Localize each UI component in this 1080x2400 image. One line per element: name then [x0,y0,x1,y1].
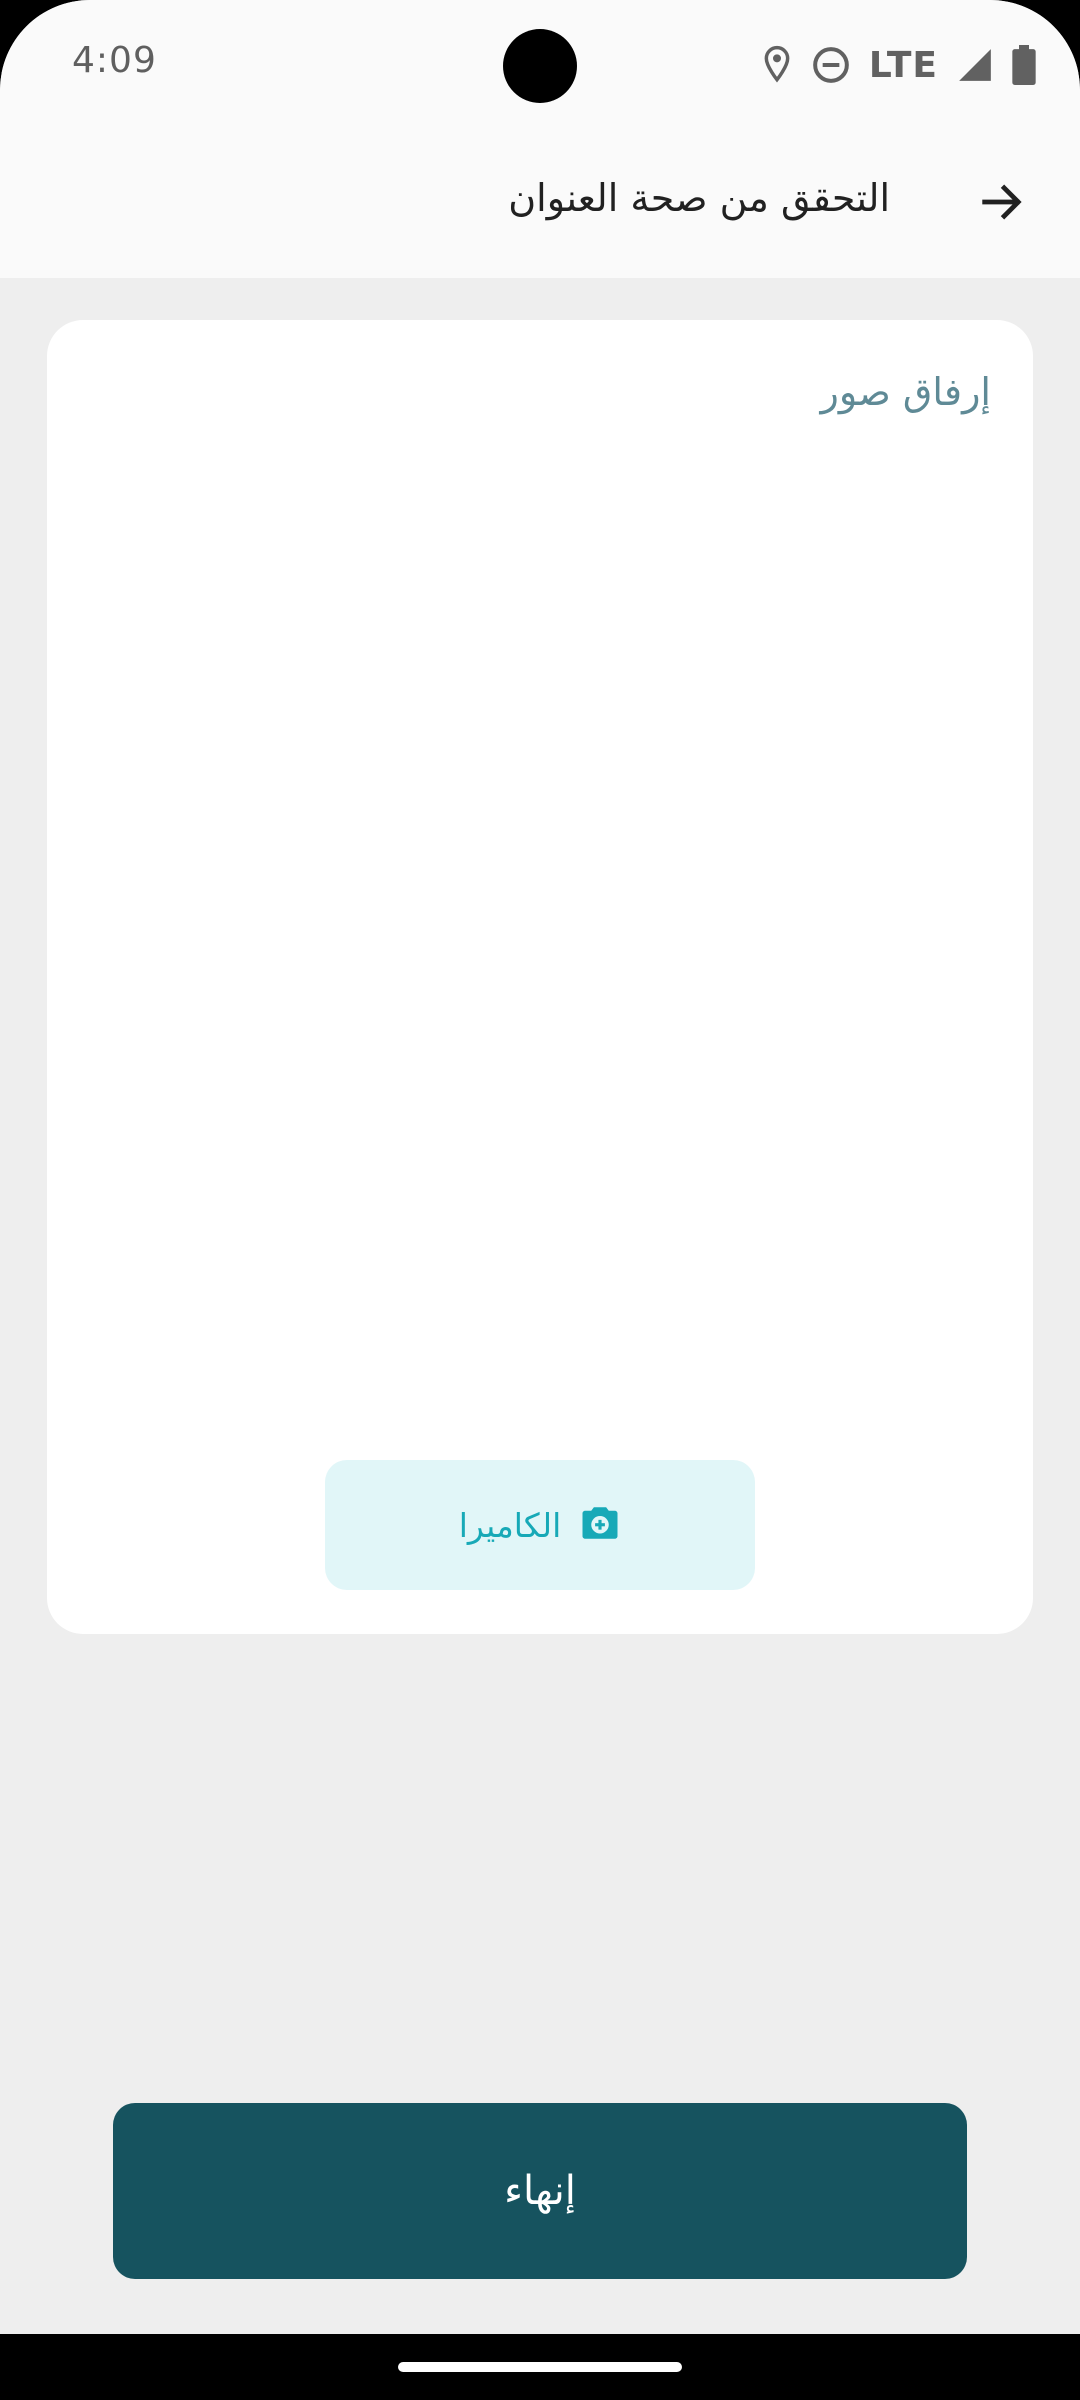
arrow-right-icon [976,176,1028,232]
camera-add-icon [579,1502,621,1548]
page-title: التحقق من صحة العنوان [508,176,890,220]
camera-button[interactable]: الكاميرا [325,1460,755,1590]
status-time: 4:09 [72,40,157,81]
back-button[interactable] [964,166,1040,242]
camera-button-label: الكاميرا [458,1505,562,1545]
status-icons: LTE [761,40,1036,90]
screen: 4:09 LTE التحقق من صحة العنوان إرفاق صور… [0,0,1080,2334]
battery-icon [1012,45,1036,85]
card-title: إرفاق صور [820,370,991,414]
signal-icon [956,46,994,84]
do-not-disturb-icon [811,45,851,85]
camera-cutout [503,29,577,103]
finish-button-label: إنهاء [504,2168,576,2214]
gesture-nav-handle[interactable] [398,2362,682,2372]
attach-photos-card: إرفاق صور الكاميرا [47,320,1033,1634]
finish-button[interactable]: إنهاء [113,2103,967,2279]
network-type: LTE [868,44,938,86]
location-icon [761,45,793,85]
status-bar: 4:09 LTE [0,0,1080,128]
app-bar: التحقق من صحة العنوان [0,128,1080,278]
